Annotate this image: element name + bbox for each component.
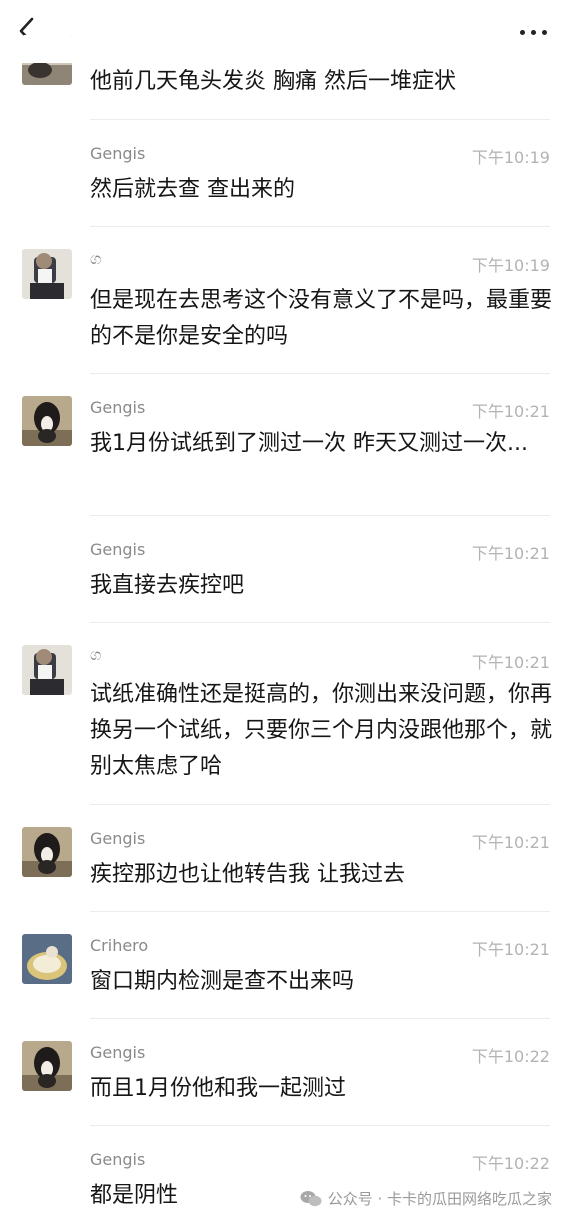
message-text: 但是现在去思考这个没有意义了不是吗，最重要的不是你是安全的吗	[90, 288, 553, 349]
avatar[interactable]	[22, 827, 72, 877]
divider	[90, 911, 550, 912]
message-time: 下午10:19	[471, 256, 550, 275]
message-time: 下午10:19	[471, 148, 550, 167]
divider	[90, 1018, 550, 1019]
watermark-text: 公众号 · 卡卡的瓜田网络吃瓜之家	[327, 1190, 552, 1208]
message-time: 下午10:22	[471, 1047, 550, 1066]
avatar[interactable]	[22, 249, 72, 299]
sender-name[interactable]: ග	[90, 249, 101, 269]
avatar[interactable]	[22, 396, 72, 446]
divider	[90, 804, 550, 805]
divider	[90, 515, 550, 516]
message-time: 下午10:21	[471, 402, 550, 421]
avatar[interactable]	[22, 934, 72, 984]
watermark: 公众号 · 卡卡的瓜田网络吃瓜之家	[300, 1188, 552, 1209]
message-text: 我直接去疾控吧	[90, 573, 245, 598]
avatar[interactable]	[22, 645, 72, 695]
sender-name[interactable]: Gengis	[90, 144, 145, 163]
wechat-icon	[300, 1190, 322, 1206]
sender-name[interactable]: Gengis	[90, 1150, 145, 1169]
sender-name[interactable]: Crihero	[90, 936, 148, 955]
more-dot-icon	[520, 30, 525, 35]
divider	[90, 622, 550, 623]
message-text: 然后就去查 查出来的	[90, 177, 295, 202]
message-time: 下午10:21	[471, 544, 550, 563]
top-bar	[0, 0, 572, 60]
message-text: 我1月份试纸到了测过一次 昨天又测过一次...	[90, 431, 528, 456]
sender-name[interactable]: Gengis	[90, 540, 145, 559]
message-text: 疾控那边也让他转告我 让我过去	[90, 862, 405, 887]
divider	[90, 119, 550, 120]
more-button[interactable]	[520, 22, 550, 42]
divider	[90, 1125, 550, 1126]
avatar[interactable]	[22, 35, 72, 85]
divider	[90, 373, 550, 374]
message-text: 试纸准确性还是挺高的，你测出来没问题，你再换另一个试纸，只要你三个月内没跟他那个…	[90, 682, 553, 779]
divider	[90, 226, 550, 227]
more-dot-icon	[542, 30, 547, 35]
avatar[interactable]	[22, 1041, 72, 1091]
message-text: 他前几天龟头发炎 胸痛 然后一堆症状	[90, 69, 456, 94]
message-time: 下午10:22	[471, 1154, 550, 1173]
message-time: 下午10:21	[471, 653, 550, 672]
message-time: 下午10:21	[471, 833, 550, 852]
message-time: 下午10:21	[471, 940, 550, 959]
message-text: 而且1月份他和我一起测过	[90, 1076, 346, 1101]
message-text: 窗口期内检测是查不出来吗	[90, 969, 355, 994]
sender-name[interactable]: Gengis	[90, 1043, 145, 1062]
sender-name[interactable]: ග	[90, 645, 101, 665]
sender-name[interactable]: Gengis	[90, 398, 145, 417]
more-dot-icon	[531, 30, 536, 35]
sender-name[interactable]: Gengis	[90, 829, 145, 848]
